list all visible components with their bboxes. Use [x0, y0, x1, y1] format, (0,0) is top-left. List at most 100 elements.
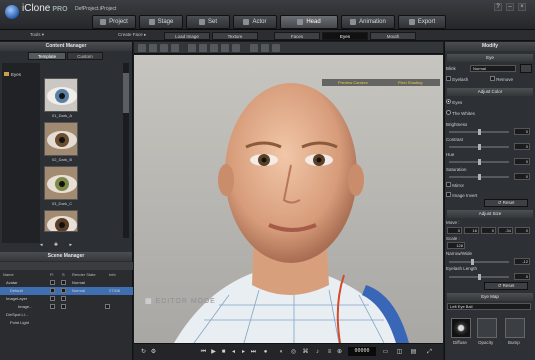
blink-select[interactable]: Normal	[470, 65, 516, 72]
section-adjust-size[interactable]: Adjust Size	[447, 210, 533, 218]
thumbnail-eye-d[interactable]	[44, 210, 80, 232]
camera-tool-icon[interactable]	[188, 44, 196, 52]
orbit-tool-icon[interactable]	[221, 44, 229, 52]
tab-animation[interactable]: Animation	[341, 15, 395, 29]
eyes-button[interactable]: Eyes	[322, 32, 368, 40]
faces-button[interactable]: Faces	[274, 32, 320, 40]
select-tool-icon[interactable]	[138, 44, 146, 52]
skip-start-icon[interactable]: ⏮	[200, 349, 207, 356]
checkbox[interactable]	[50, 280, 55, 285]
minimize-icon[interactable]: –	[506, 3, 514, 11]
move-tool-icon[interactable]	[149, 44, 157, 52]
frame-counter[interactable]: 00000	[348, 347, 376, 356]
slider-handle[interactable]	[478, 144, 481, 150]
bump-map-slot[interactable]	[505, 318, 525, 338]
checkbox[interactable]	[446, 182, 451, 187]
texture-button[interactable]: Texture	[212, 32, 258, 40]
reset-size-button[interactable]: ↺ Reset	[484, 282, 528, 290]
checkbox[interactable]	[490, 76, 495, 81]
frame-tool-icon[interactable]	[232, 44, 240, 52]
tab-template[interactable]: Template	[28, 52, 66, 60]
move-y[interactable]: 16	[464, 227, 479, 234]
table-row[interactable]: ImageLayer	[0, 295, 133, 303]
image-invert-toggle[interactable]: Image Invert	[446, 192, 477, 198]
tab-head[interactable]: Head	[280, 15, 338, 29]
fps-icon[interactable]: ▭	[382, 349, 389, 356]
scale-tool-icon[interactable]	[171, 44, 179, 52]
thumbnail-eye-a[interactable]: 01_Dark_A	[44, 78, 80, 118]
capture-icon[interactable]: ◐	[278, 349, 285, 356]
timeline-icon[interactable]: ≡	[326, 349, 333, 356]
stop-icon[interactable]: ■	[220, 349, 227, 356]
record-icon[interactable]: ●	[262, 349, 269, 356]
tab-set[interactable]: Set	[186, 15, 230, 29]
eyelash-length-value[interactable]: 0	[514, 273, 530, 280]
sound-icon[interactable]: ♪	[314, 349, 321, 356]
checkbox[interactable]	[446, 192, 451, 197]
preview-camera-label[interactable]: Preview Camera	[338, 80, 368, 85]
checkbox[interactable]	[61, 304, 66, 309]
eyelash-toggle[interactable]: Eyelash	[446, 76, 468, 82]
checkbox[interactable]	[61, 288, 66, 293]
radio-eyes[interactable]: Eyes	[446, 99, 462, 105]
section-eye[interactable]: Eye	[447, 54, 533, 62]
loop-icon[interactable]: ↻	[140, 349, 147, 356]
brightness-slider[interactable]	[449, 129, 509, 135]
move-z[interactable]: 0	[481, 227, 496, 234]
close-icon[interactable]: ×	[518, 3, 526, 11]
table-row[interactable]: Avatar Normal	[0, 279, 133, 287]
tab-export[interactable]: Export	[398, 15, 446, 29]
light-tool-icon[interactable]	[250, 44, 258, 52]
contrast-value[interactable]: 0	[514, 143, 530, 150]
table-row[interactable]: Image...	[0, 303, 133, 311]
move-x[interactable]: 0	[447, 227, 462, 234]
rotate-tool-icon[interactable]	[160, 44, 168, 52]
create-face-menu[interactable]: Create Face ▸	[118, 32, 146, 38]
narrow-wide-value[interactable]: -12	[514, 258, 530, 265]
hue-slider[interactable]	[449, 159, 509, 165]
checkbox[interactable]	[50, 288, 55, 293]
help-icon[interactable]: ?	[494, 3, 502, 11]
tab-stage[interactable]: Stage	[139, 15, 183, 29]
hue-value[interactable]: 0	[514, 158, 530, 165]
move-v[interactable]: 0	[515, 227, 530, 234]
mirror-toggle[interactable]: Mirror	[446, 182, 464, 188]
move-w[interactable]: -34	[498, 227, 513, 234]
skip-end-icon[interactable]: ⏭	[250, 349, 257, 356]
layout-icon[interactable]: ▤	[410, 349, 417, 356]
remove-toggle[interactable]: Remove	[490, 76, 513, 82]
render-tool-icon[interactable]	[272, 44, 280, 52]
pixel-shading-label[interactable]: Pixel Shading	[398, 80, 422, 85]
checkbox[interactable]	[61, 280, 66, 285]
contrast-slider[interactable]	[449, 144, 509, 150]
eyelash-length-slider[interactable]	[449, 274, 509, 280]
fullscreen-icon[interactable]: ⤢	[426, 349, 433, 356]
grid-tool-icon[interactable]	[261, 44, 269, 52]
blink-settings-icon[interactable]	[520, 64, 532, 73]
brightness-value[interactable]: 0	[514, 128, 530, 135]
tab-actor[interactable]: Actor	[233, 15, 277, 29]
tab-project[interactable]: Project	[92, 15, 136, 29]
pan-tool-icon[interactable]	[199, 44, 207, 52]
zoom-tool-icon[interactable]	[210, 44, 218, 52]
radio-button[interactable]	[446, 110, 451, 115]
slider-handle[interactable]	[478, 174, 481, 180]
tab-custom[interactable]: Custom	[67, 52, 103, 60]
table-row[interactable]: Default Normal 27346	[0, 287, 133, 295]
settings-icon[interactable]: ⚙	[150, 349, 157, 356]
play-icon[interactable]: ▶	[210, 349, 217, 356]
slider-handle[interactable]	[471, 259, 474, 265]
previous-frame-icon[interactable]: ◂	[230, 349, 237, 356]
scale-value[interactable]: 128	[447, 242, 465, 249]
section-adjust-color[interactable]: Adjust Color	[447, 88, 533, 96]
table-row[interactable]: Dir/Spot Li...	[0, 311, 133, 319]
eye-map-select[interactable]: Left Eye Ball	[447, 303, 531, 310]
opacity-map-slot[interactable]	[477, 318, 497, 338]
load-image-button[interactable]: Load Image	[164, 32, 210, 40]
saturation-value[interactable]: 0	[514, 173, 530, 180]
table-row[interactable]: Point Light	[0, 319, 133, 327]
scene-icon[interactable]: ◫	[396, 349, 403, 356]
thumbnail-eye-b[interactable]: 02_Dark_B	[44, 122, 80, 162]
camera-icon[interactable]: ◎	[290, 349, 297, 356]
checkbox[interactable]	[446, 76, 451, 81]
